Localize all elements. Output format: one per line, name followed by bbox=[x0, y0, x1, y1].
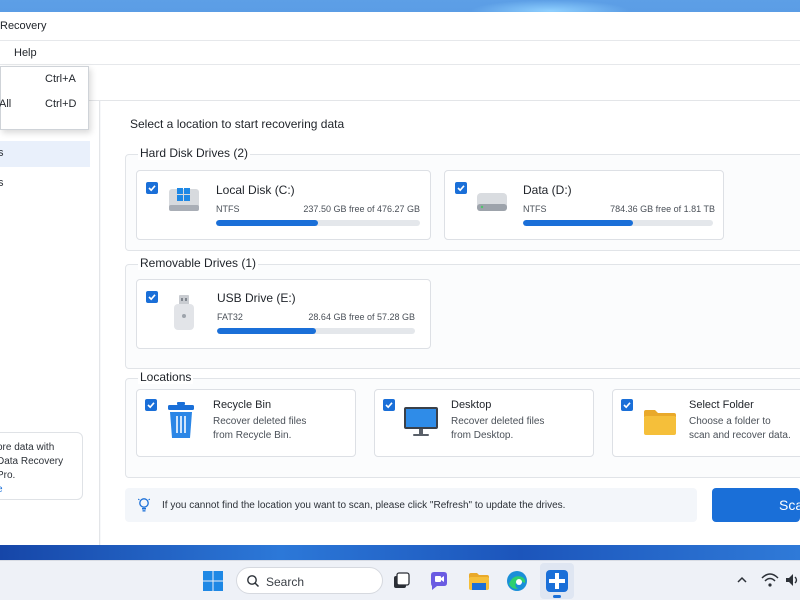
drive-e-checkbox[interactable] bbox=[146, 291, 158, 303]
taskbar-active-app[interactable] bbox=[540, 563, 574, 599]
drive-card-e[interactable]: USB Drive (E:) FAT32 28.64 GB free of 57… bbox=[136, 279, 431, 349]
drive-c-checkbox[interactable] bbox=[146, 182, 158, 194]
page-title: Select a location to start recovering da… bbox=[130, 117, 345, 131]
location-desc-line2: from Recycle Bin. bbox=[213, 430, 292, 441]
usb-drive-icon bbox=[171, 294, 197, 332]
drive-usage-fill bbox=[217, 328, 316, 334]
drive-free-space: 237.50 GB free of 476.27 GB bbox=[303, 204, 420, 214]
removable-section: Removable Drives (1) USB Drive (E:) FAT3… bbox=[125, 256, 800, 369]
location-desc-line1: Recover deleted files bbox=[213, 416, 307, 427]
sidebar: s s ore data with Data Recovery Pro. e bbox=[0, 101, 100, 545]
upgrade-promo-card[interactable]: ore data with Data Recovery Pro. e bbox=[0, 432, 83, 500]
location-name: Select Folder bbox=[689, 399, 754, 411]
drive-free-space: 784.36 GB free of 1.81 TB bbox=[610, 204, 715, 214]
location-card-select-folder[interactable]: Select Folder Choose a folder to scan an… bbox=[612, 389, 800, 457]
drive-d-checkbox[interactable] bbox=[455, 182, 467, 194]
drive-usage-fill bbox=[523, 220, 634, 226]
window-title: Recovery bbox=[0, 20, 47, 32]
taskbar-search-label: Search bbox=[266, 575, 305, 589]
menu-help[interactable]: Help bbox=[14, 47, 37, 59]
refresh-hint-bar: If you cannot find the location you want… bbox=[125, 488, 697, 522]
menu-bar: Help bbox=[0, 40, 800, 65]
volume-icon[interactable] bbox=[784, 571, 800, 589]
drive-card-d[interactable]: Data (D:) NTFS 784.36 GB free of 1.81 TB bbox=[444, 170, 724, 240]
drive-free-space: 28.64 GB free of 57.28 GB bbox=[308, 312, 415, 322]
task-view-icon[interactable] bbox=[389, 569, 413, 593]
drive-usage-bar bbox=[523, 220, 713, 226]
drive-filesystem: NTFS bbox=[216, 204, 240, 214]
drive-card-c[interactable]: Local Disk (C:) NTFS 237.50 GB free of 4… bbox=[136, 170, 431, 240]
taskbar: Search bbox=[0, 560, 800, 600]
menu-item-select[interactable]: Ctrl+A bbox=[1, 69, 90, 89]
chevron-up-icon[interactable] bbox=[733, 571, 751, 589]
hard-drive-icon bbox=[475, 187, 509, 215]
section-title: Locations bbox=[138, 370, 194, 384]
data-recovery-app-icon bbox=[545, 569, 569, 593]
select-folder-checkbox[interactable] bbox=[621, 399, 633, 411]
location-name: Recycle Bin bbox=[213, 399, 272, 411]
scan-button-label: Sca bbox=[779, 497, 800, 513]
recycle-bin-checkbox[interactable] bbox=[145, 399, 157, 411]
promo-line-2: Data Recovery Pro. bbox=[0, 456, 64, 481]
sidebar-item-label: s bbox=[0, 177, 4, 189]
active-indicator bbox=[553, 595, 561, 598]
folder-icon bbox=[643, 408, 677, 436]
location-card-desktop[interactable]: Desktop Recover deleted files from Deskt… bbox=[374, 389, 594, 457]
main-panel: Select a location to start recovering da… bbox=[101, 101, 800, 545]
locations-section: Locations Recycle Bin Recover deleted fi… bbox=[125, 370, 800, 478]
location-desc-line2: scan and recover data. bbox=[689, 430, 791, 441]
search-icon bbox=[246, 574, 260, 588]
drive-filesystem: NTFS bbox=[523, 204, 547, 214]
refresh-hint-text: If you cannot find the location you want… bbox=[162, 500, 566, 511]
promo-link[interactable]: e bbox=[0, 483, 82, 497]
windows-drive-icon bbox=[167, 185, 201, 215]
section-title: Removable Drives (1) bbox=[138, 256, 259, 270]
drive-filesystem: FAT32 bbox=[217, 312, 243, 322]
recycle-bin-icon bbox=[165, 402, 197, 440]
sidebar-item-label: s bbox=[0, 147, 4, 159]
location-desc-line2: from Desktop. bbox=[451, 430, 514, 441]
location-desc-line1: Choose a folder to bbox=[689, 416, 771, 427]
drive-name: USB Drive (E:) bbox=[217, 291, 296, 305]
location-name: Desktop bbox=[451, 399, 492, 411]
edge-icon[interactable] bbox=[505, 569, 529, 593]
promo-line-1: ore data with bbox=[0, 442, 55, 453]
desktop-checkbox[interactable] bbox=[383, 399, 395, 411]
drive-usage-fill bbox=[216, 220, 318, 226]
scan-button[interactable]: Sca bbox=[712, 488, 800, 522]
hard-disk-section: Hard Disk Drives (2) Local Disk (C:) NTF… bbox=[125, 146, 800, 251]
chat-icon[interactable] bbox=[427, 569, 451, 593]
drive-usage-bar bbox=[216, 220, 420, 226]
windows-start-icon[interactable] bbox=[201, 569, 225, 593]
section-title: Hard Disk Drives (2) bbox=[138, 146, 251, 160]
taskbar-search[interactable]: Search bbox=[236, 567, 383, 594]
edit-dropdown-menu: Ctrl+A All Ctrl+D bbox=[0, 66, 89, 130]
drive-name: Local Disk (C:) bbox=[216, 183, 295, 197]
wifi-icon[interactable] bbox=[760, 571, 780, 589]
menu-item-shortcut: Ctrl+D bbox=[45, 98, 77, 110]
sidebar-item-1[interactable]: s bbox=[0, 141, 90, 167]
toolbar bbox=[0, 65, 800, 101]
app-window: Recovery Help s s ore data with Data Rec… bbox=[0, 12, 800, 545]
file-explorer-icon[interactable] bbox=[467, 569, 491, 593]
drive-usage-bar bbox=[217, 328, 415, 334]
title-bar: Recovery bbox=[0, 12, 800, 40]
drive-name: Data (D:) bbox=[523, 183, 572, 197]
location-card-recycle-bin[interactable]: Recycle Bin Recover deleted files from R… bbox=[136, 389, 356, 457]
menu-item-select-all[interactable]: All Ctrl+D bbox=[0, 94, 90, 114]
sidebar-item-2[interactable]: s bbox=[0, 171, 90, 197]
menu-item-label: All bbox=[0, 98, 12, 110]
lightbulb-icon bbox=[137, 497, 151, 513]
desktop-icon bbox=[403, 406, 439, 438]
wallpaper-band bbox=[0, 543, 800, 560]
menu-item-shortcut: Ctrl+A bbox=[45, 73, 76, 85]
location-desc-line1: Recover deleted files bbox=[451, 416, 545, 427]
